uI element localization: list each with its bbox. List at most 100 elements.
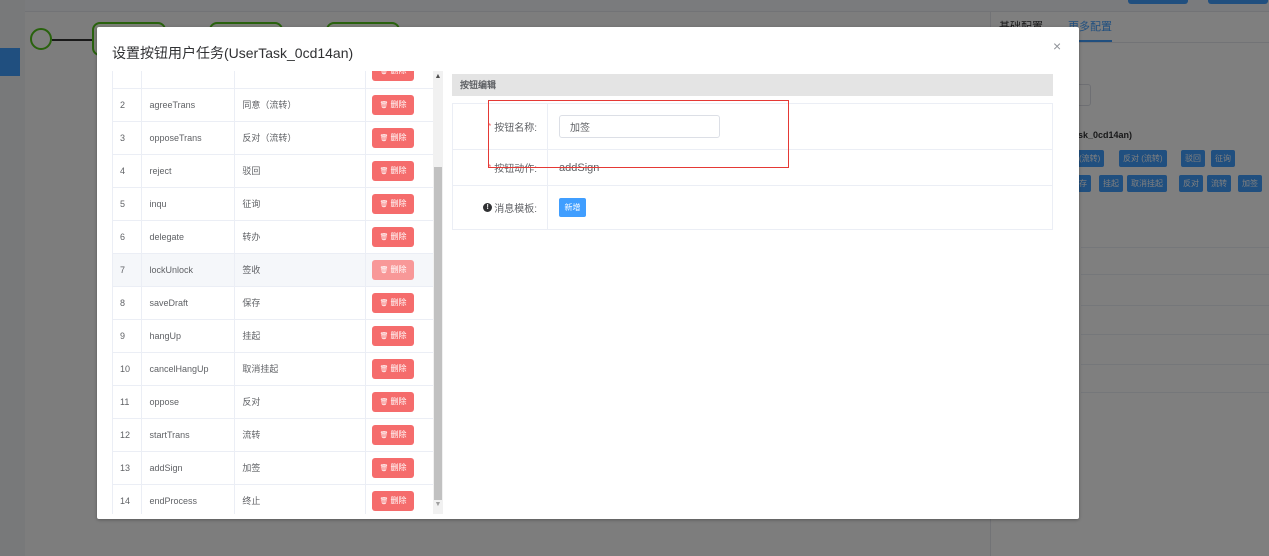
trash-icon: 🗑: [379, 200, 389, 208]
row-code: reject: [141, 154, 236, 188]
row-name: 转办: [234, 220, 367, 254]
trash-icon: 🗑: [379, 497, 389, 505]
table-row[interactable]: 10 cancelHangUp 取消挂起 🗑 删除: [113, 352, 435, 386]
row-name: 取消挂起: [234, 352, 367, 386]
row-name: 保存: [234, 286, 367, 320]
table-row[interactable]: 11 oppose 反对 🗑 删除: [113, 385, 435, 419]
delete-label: 删除: [390, 396, 407, 406]
trash-icon: 🗑: [379, 365, 389, 373]
action-label: * 按钮动作:: [453, 150, 548, 185]
trash-icon: 🗑: [379, 332, 389, 340]
trash-icon: 🗑: [379, 464, 389, 472]
delete-button[interactable]: 🗑删除: [372, 94, 415, 115]
table-row[interactable]: 4 reject 驳回 🗑 删除: [113, 154, 435, 188]
row-code: hangUp: [141, 319, 236, 353]
row-name: 反对: [234, 385, 367, 419]
delete-label: 删除: [390, 165, 407, 175]
scroll-thumb[interactable]: [434, 167, 442, 500]
delete-label: 删除: [390, 363, 407, 373]
trash-icon: 🗑: [379, 398, 389, 406]
row-code: oppose: [141, 385, 236, 419]
row-code: inqu: [141, 187, 236, 221]
row-actions: 🗑删除: [365, 71, 435, 89]
row-name: 终止: [234, 484, 367, 514]
row-index: 9: [113, 319, 143, 353]
row-index: 2: [113, 88, 143, 122]
table-row[interactable]: 🗑删除: [113, 71, 435, 89]
delete-button[interactable]: 🗑删除: [372, 391, 415, 412]
row-code: opposeTrans: [141, 121, 236, 155]
add-template-button[interactable]: 新增: [559, 198, 586, 217]
table-row[interactable]: 13 addSign 加签 🗑 删除: [113, 451, 435, 485]
row-index: 11: [113, 385, 143, 419]
required-icon: *: [488, 163, 492, 172]
row-index: 5: [113, 187, 143, 221]
row-actions: 🗑删除: [365, 352, 435, 386]
table-row[interactable]: 7 lockUnlock 签收 🗑 删除: [113, 253, 435, 287]
delete-label: 删除: [390, 231, 407, 241]
row-code: addSign: [141, 451, 236, 485]
row-index: 3: [113, 121, 143, 155]
row-actions: 🗑删除: [365, 484, 435, 514]
delete-button[interactable]: 🗑删除: [372, 259, 415, 280]
delete-label: 删除: [390, 99, 407, 109]
row-actions: 🗑删除: [365, 319, 435, 353]
row-index: 8: [113, 286, 143, 320]
row-name: 签收: [234, 253, 367, 287]
row-index: 14: [113, 484, 143, 514]
row-actions: 🗑删除: [365, 418, 435, 452]
trash-icon: 🗑: [379, 431, 389, 439]
delete-button[interactable]: 🗑删除: [372, 358, 415, 379]
list-scrollbar[interactable]: ▲ ▼: [433, 71, 443, 514]
button-name-input[interactable]: [559, 115, 720, 138]
name-label-text: 按钮名称:: [494, 123, 537, 134]
row-index: 13: [113, 451, 143, 485]
delete-label: 删除: [390, 429, 407, 439]
row-actions: 🗑删除: [365, 187, 435, 221]
table-row[interactable]: 12 startTrans 流转 🗑 删除: [113, 418, 435, 452]
row-name: 流转: [234, 418, 367, 452]
edit-form: * 按钮名称: * 按钮动作: addSign ! 消息模板:: [452, 103, 1053, 230]
close-icon[interactable]: ×: [1053, 38, 1061, 54]
delete-button[interactable]: 🗑删除: [372, 226, 415, 247]
row-actions: 🗑删除: [365, 154, 435, 188]
scroll-up-arrow-icon[interactable]: ▲: [433, 73, 443, 80]
trash-icon: 🗑: [379, 134, 389, 142]
delete-button[interactable]: 🗑删除: [372, 127, 415, 148]
delete-button[interactable]: 🗑删除: [372, 71, 415, 82]
trash-icon: 🗑: [379, 167, 389, 175]
template-label: ! 消息模板:: [453, 186, 548, 229]
trash-icon: 🗑: [379, 233, 389, 241]
row-actions: 🗑删除: [365, 220, 435, 254]
delete-button[interactable]: 🗑删除: [372, 292, 415, 313]
row-code: delegate: [141, 220, 236, 254]
name-label: * 按钮名称:: [453, 104, 548, 149]
table-row[interactable]: 6 delegate 转办 🗑 删除: [113, 220, 435, 254]
delete-label: 删除: [391, 71, 407, 75]
delete-button[interactable]: 🗑删除: [372, 457, 415, 478]
delete-button[interactable]: 🗑删除: [372, 325, 415, 346]
row-name: 挂起: [234, 319, 367, 353]
table-row[interactable]: 14 endProcess 终止 🗑 删除: [113, 484, 435, 514]
table-row[interactable]: 8 saveDraft 保存 🗑 删除: [113, 286, 435, 320]
table-row[interactable]: 5 inqu 征询 🗑 删除: [113, 187, 435, 221]
row-code: [141, 71, 236, 89]
action-label-text: 按钮动作:: [494, 164, 537, 175]
delete-label: 删除: [390, 264, 407, 274]
scroll-down-arrow-icon[interactable]: ▼: [433, 501, 443, 508]
table-row[interactable]: 2 agreeTrans 同意（流转） 🗑 删除: [113, 88, 435, 122]
delete-button[interactable]: 🗑删除: [372, 160, 415, 181]
delete-button[interactable]: 🗑删除: [372, 490, 415, 511]
row-name: 征询: [234, 187, 367, 221]
delete-label: 删除: [390, 495, 407, 505]
table-row[interactable]: 3 opposeTrans 反对（流转） 🗑 删除: [113, 121, 435, 155]
row-index: 4: [113, 154, 143, 188]
delete-label: 删除: [390, 462, 407, 472]
delete-button[interactable]: 🗑删除: [372, 424, 415, 445]
row-actions: 🗑删除: [365, 451, 435, 485]
table-row[interactable]: 9 hangUp 挂起 🗑 删除: [113, 319, 435, 353]
form-row-name: * 按钮名称:: [453, 104, 1052, 150]
delete-button[interactable]: 🗑删除: [372, 193, 415, 214]
form-row-template: ! 消息模板: 新增: [453, 186, 1052, 229]
row-name: 加签: [234, 451, 367, 485]
